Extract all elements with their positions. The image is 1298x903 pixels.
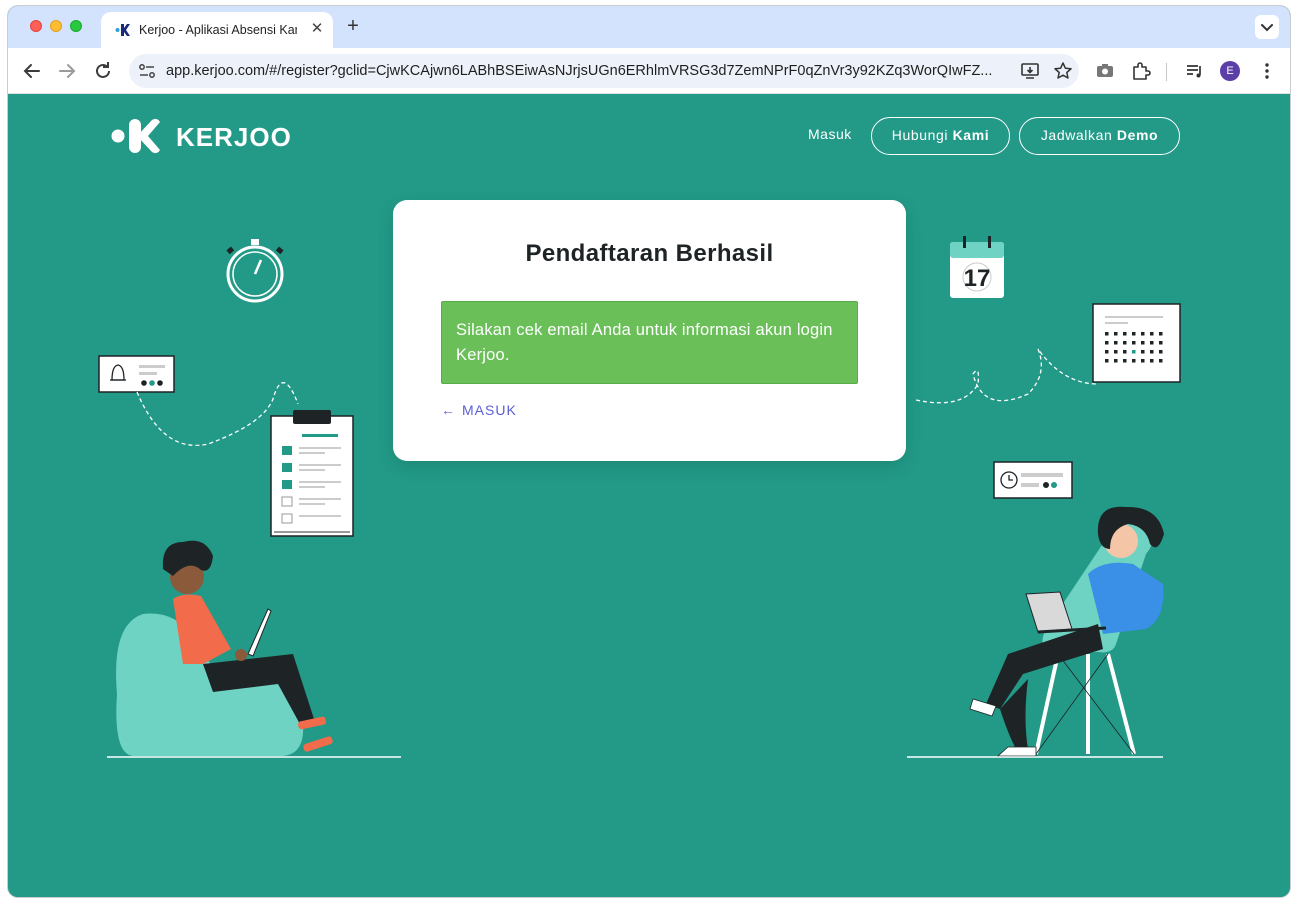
new-tab-button[interactable]: +: [342, 15, 364, 37]
kerjoo-logo[interactable]: KERJOO: [110, 116, 291, 156]
address-bar[interactable]: app.kerjoo.com/#/register?gclid=CjwKCAjw…: [129, 54, 1079, 88]
close-tab-icon[interactable]: ✕: [308, 20, 326, 38]
contact-bold: Kami: [952, 127, 990, 143]
browser-tab-active[interactable]: Kerjoo - Aplikasi Absensi Kary ✕: [101, 12, 333, 48]
site-info-icon[interactable]: [138, 63, 156, 79]
logo-text: KERJOO: [176, 122, 292, 152]
clock-time-card: [993, 461, 1073, 499]
back-to-login-link[interactable]: ← MASUK: [441, 402, 517, 418]
checklist-clipboard: [270, 410, 354, 537]
calendar-icon: 17: [950, 236, 1004, 298]
demo-prefix: Jadwalkan: [1040, 127, 1117, 143]
extensions-puzzle-icon[interactable]: [1130, 60, 1152, 82]
more-menu-icon[interactable]: [1256, 60, 1278, 82]
install-app-icon[interactable]: [1020, 61, 1040, 81]
notification-bell-card: [98, 355, 175, 393]
contact-prefix: Hubungi: [891, 127, 953, 143]
profile-avatar[interactable]: E: [1220, 61, 1240, 81]
registration-success-card: Pendaftaran Berhasil Silakan cek email A…: [393, 200, 906, 461]
person-on-beanbag-illustration: [116, 540, 333, 756]
zoom-window-button[interactable]: [70, 20, 82, 32]
kerjoo-logo-icon: [111, 118, 160, 154]
page-content: KERJOO Masuk Hubungi Kami Jadwalkan Demo: [8, 94, 1290, 897]
nav-login-link[interactable]: Masuk: [808, 126, 852, 142]
back-to-login-label: MASUK: [462, 402, 517, 418]
schedule-demo-button[interactable]: Jadwalkan Demo: [1019, 117, 1180, 155]
kerjoo-favicon-icon: [115, 24, 130, 36]
calendar-day-label: 17: [964, 265, 991, 292]
tab-strip: Kerjoo - Aplikasi Absensi Kary ✕ +: [8, 6, 1290, 48]
forward-arrow-icon[interactable]: [55, 59, 79, 83]
tab-search-button[interactable]: [1255, 15, 1279, 39]
media-controls-icon[interactable]: [1184, 60, 1206, 82]
tab-title: Kerjoo - Aplikasi Absensi Kary: [139, 23, 297, 37]
page-title: Pendaftaran Berhasil: [525, 240, 774, 267]
url-text[interactable]: app.kerjoo.com/#/register?gclid=CjwKCAjw…: [166, 63, 1006, 79]
camera-icon[interactable]: [1094, 60, 1116, 82]
bookmark-star-icon[interactable]: [1053, 61, 1073, 81]
chevron-down-icon: [1261, 24, 1273, 32]
demo-bold: Demo: [1116, 127, 1159, 143]
toolbar-divider: [1166, 63, 1167, 81]
arrow-left-icon: ←: [441, 402, 456, 418]
stopwatch-icon: [226, 239, 284, 303]
left-illustration: [98, 239, 401, 758]
minimize-window-button[interactable]: [50, 20, 62, 32]
person-on-chair-illustration: [969, 506, 1164, 757]
month-calendar-grid: [1092, 303, 1181, 383]
back-arrow-icon[interactable]: [20, 59, 44, 83]
right-illustration: 17: [907, 236, 1181, 758]
contact-us-button[interactable]: Hubungi Kami: [871, 117, 1010, 155]
success-alert: Silakan cek email Anda untuk informasi a…: [441, 301, 858, 384]
close-window-button[interactable]: [30, 20, 42, 32]
browser-toolbar: app.kerjoo.com/#/register?gclid=CjwKCAjw…: [8, 48, 1290, 94]
browser-window: Kerjoo - Aplikasi Absensi Kary ✕ + app.k…: [8, 6, 1290, 897]
reload-icon[interactable]: [91, 59, 115, 83]
